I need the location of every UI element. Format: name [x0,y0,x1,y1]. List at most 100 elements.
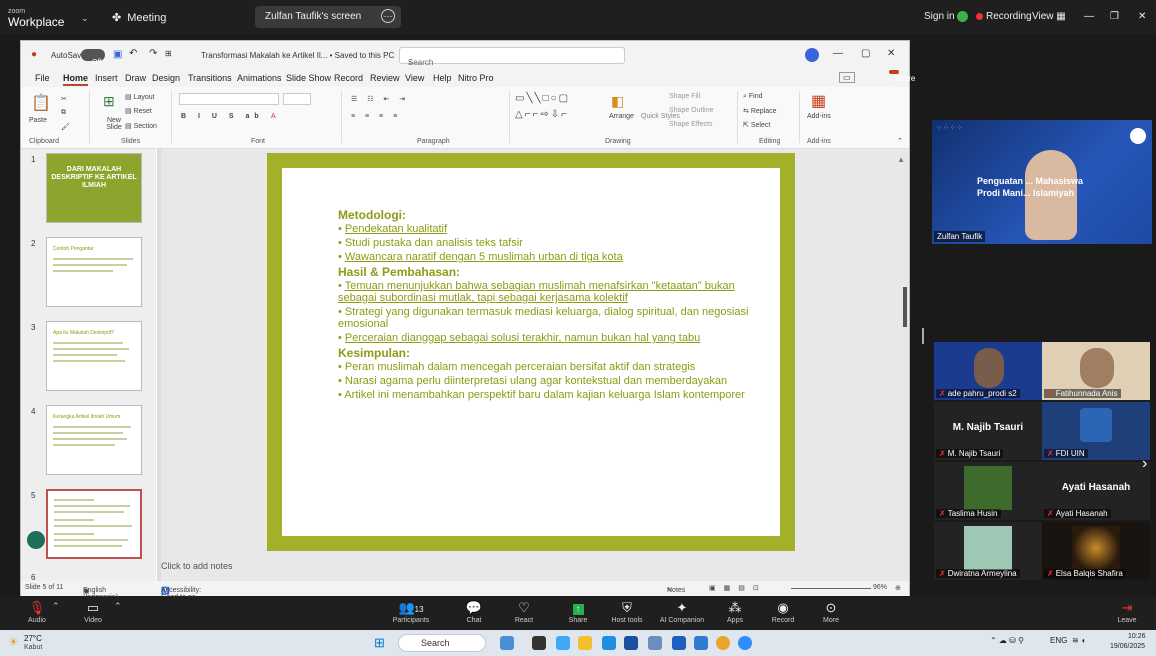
chevron-down-icon[interactable]: ⌄ [81,13,89,24]
minimize-icon[interactable]: — [1084,11,1094,22]
zoom-app-icon[interactable] [738,636,752,650]
weather-temp[interactable]: 27°C [24,634,42,643]
restore-icon[interactable]: ❐ [1110,11,1119,22]
tab-file[interactable]: File [35,73,50,83]
view-options-icon[interactable]: ⋯ [381,9,395,23]
folder-icon[interactable] [578,636,592,650]
app-icon[interactable] [500,636,514,650]
list-buttons[interactable]: ☰ ☷ ⇤ ⇥ [351,95,409,103]
participant-tile[interactable]: ✗ Elsa Balqis Shafira [1042,522,1150,580]
meeting-info-button[interactable]: ✤ Meeting [112,11,166,24]
autosave-toggle[interactable]: Off [81,49,105,66]
next-page-icon[interactable]: › [1142,455,1147,473]
app-icon[interactable] [556,636,570,650]
windows-start-icon[interactable]: ⊞ [374,635,385,651]
slide-thumbnail-1[interactable]: DARI MAKALAH DESKRIPTIF KE ARTIKEL ILMIA… [46,153,142,223]
close-icon[interactable]: ✕ [1138,11,1146,22]
arrange-icon[interactable]: ◧ [611,93,624,110]
shapes-gallery-row2[interactable]: △⌐⌐⇨⇩⌐ [515,109,569,120]
reset-button[interactable]: ▤ Reset [125,107,152,115]
host-tools-button[interactable]: ⛨ Host tools [602,599,652,624]
app-icon[interactable] [532,636,546,650]
zoom-slider[interactable] [791,588,871,589]
participants-button[interactable]: 👥13 Participants [386,599,436,624]
apps-button[interactable]: ⁂ Apps [710,599,760,624]
participant-tile[interactable]: ✗ Fatihunnada Anis [1042,342,1150,400]
tab-transitions[interactable]: Transitions [188,73,232,83]
shared-screen-tab[interactable]: Zulfan Taufik's screen ⋯ [255,6,401,28]
shape-outline-button[interactable]: Shape Outline [669,107,713,114]
select-button[interactable]: ⇱ Select [743,121,770,129]
restore-icon[interactable]: ▢ [861,48,870,59]
arrange-button[interactable]: Arrange [609,113,634,120]
copilot-icon[interactable] [805,48,819,62]
recording-indicator[interactable]: Recording [976,11,1032,22]
wifi-volume-icons[interactable]: ≋ ◖ [1072,636,1086,645]
tab-view[interactable]: View [405,73,424,83]
document-title[interactable]: Transformasi Makalah ke Artikel Il... • … [201,51,394,60]
participant-tile[interactable]: Ayati Hasanah ✗ Ayati Hasanah [1042,462,1150,520]
sign-in-link[interactable]: Sign in [924,11,955,22]
tab-insert[interactable]: Insert [95,73,118,83]
minimize-icon[interactable]: — [833,48,843,59]
react-button[interactable]: ♡ React [499,599,549,624]
redo-icon[interactable]: ↷ [149,48,157,59]
tab-record[interactable]: Record [334,73,363,83]
tab-draw[interactable]: Draw [125,73,146,83]
more-button[interactable]: ⊙ More [806,599,856,624]
slide-scrollbar-thumb[interactable] [903,287,907,327]
shape-fill-button[interactable]: Shape Fill [669,93,700,100]
slide-content-area[interactable]: Metodologi: • Pendekatan kualitatif • St… [282,168,780,536]
chrome-icon[interactable] [716,636,730,650]
comments-icon[interactable]: ▭ [839,72,855,83]
new-slide-icon[interactable]: ⊞ [103,93,115,110]
app-icon[interactable] [694,636,708,650]
shield-icon[interactable] [957,11,968,22]
font-format-buttons[interactable]: B I U S ab [181,113,264,120]
addins-button[interactable]: Add-ins [807,113,831,120]
layout-button[interactable]: ▤ Layout [125,93,155,101]
replace-button[interactable]: ⇆ Replace [743,107,777,115]
share-screen-button[interactable]: ↑ Share [553,599,603,624]
participant-tile[interactable]: ✗ Taslima Husin [934,462,1042,520]
clock-date[interactable]: 19/06/2025 [1110,643,1145,650]
quick-styles-button[interactable]: Quick Styles [641,113,680,120]
tray-icons[interactable]: ⌃ ☁ ⛁ ⚲ [990,636,1024,645]
search-box[interactable]: ⌕ Search [399,47,625,67]
new-slide-button[interactable]: New Slide [101,117,127,131]
slide-thumbnail-2[interactable]: Contoh Pengantar [46,237,142,307]
share-button[interactable]: ⇪ Share [889,70,915,83]
tab-help[interactable]: Help [433,73,452,83]
font-size-select[interactable] [283,93,311,105]
chevron-up-icon[interactable]: ⌃ [52,601,60,612]
font-name-select[interactable] [179,93,279,105]
speaker-video[interactable]: ⁘⁘⁘⁘ Penguatan ... Mahasiswa Prodi Mani.… [932,120,1152,244]
collapse-ribbon-icon[interactable]: ⌃ [897,137,903,145]
tab-nitro-pro[interactable]: Nitro Pro [458,73,494,83]
notes-placeholder[interactable]: Click to add notes [161,561,233,571]
present-icon[interactable]: ⊞ [165,49,172,58]
slide-thumbnail-3[interactable]: Apa itu Makalah Deskriptif? [46,321,142,391]
chat-button[interactable]: 💬 Chat [449,599,499,624]
record-button[interactable]: ◉ Record [758,599,808,624]
weather-icon[interactable]: ☀ [8,635,19,649]
participant-tile[interactable]: M. Najib Tsauri ✗ M. Najib Tsauri [934,402,1042,460]
video-button[interactable]: ▭ Video [68,599,118,624]
leave-button[interactable]: ⇥ Leave [1102,599,1152,624]
section-button[interactable]: ▤ Section [125,122,157,130]
addins-icon[interactable]: ▦ [811,91,826,111]
view-button[interactable]: View ▦ [1032,11,1066,22]
tab-home[interactable]: Home [63,73,89,86]
align-buttons[interactable]: ≡ ≡ ≡ ≡ [351,113,401,120]
scroll-up-icon[interactable]: ▲ [897,155,905,164]
taskbar-search[interactable]: Search [398,634,486,652]
tab-slide-show[interactable]: Slide Show [286,73,331,83]
save-icon[interactable]: ▣ [113,49,122,60]
paste-button[interactable]: Paste [29,117,47,124]
paste-icon[interactable]: 📋 [31,93,51,113]
slide-thumbnail-4[interactable]: Kerangka Artikel Ilmiah Umum [46,405,142,475]
participant-tile[interactable]: ✗ FDI UIN [1042,402,1150,460]
tab-animations[interactable]: Animations [237,73,282,83]
close-icon[interactable]: ✕ [887,48,895,59]
shapes-gallery[interactable]: ▭╲╲□○▢ [515,93,570,104]
